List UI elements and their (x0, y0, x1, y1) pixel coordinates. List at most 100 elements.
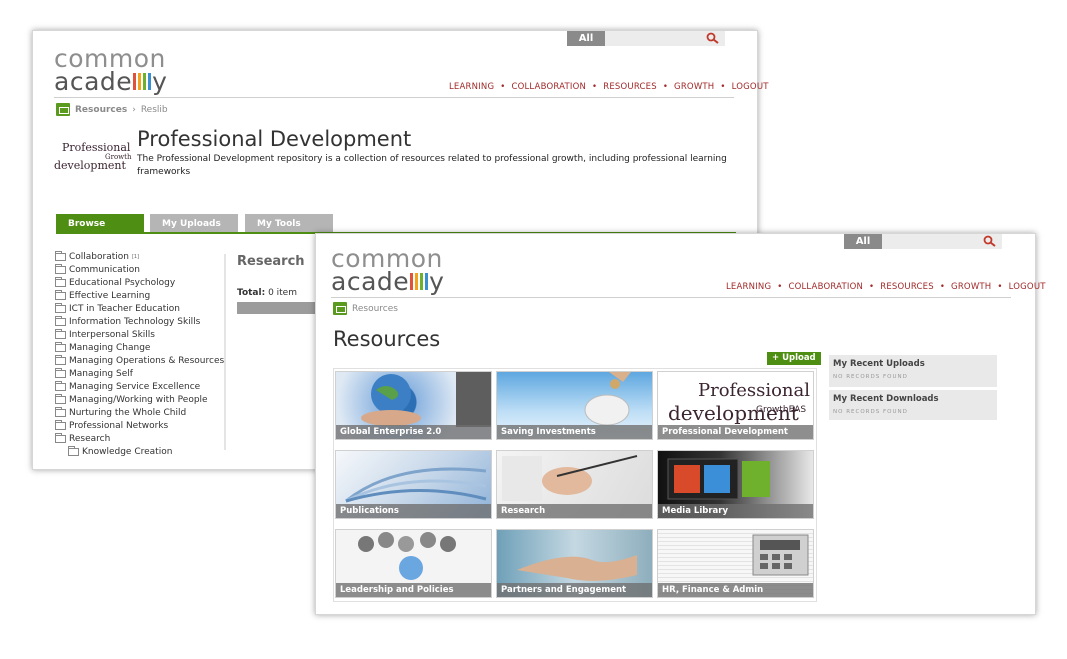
tile-caption: Publications (336, 504, 491, 518)
tree-item-managing-operations[interactable]: Managing Operations & Resources (55, 354, 224, 367)
tile-partners-engagement[interactable]: Partners and Engagement (496, 529, 653, 598)
panel-divider (224, 254, 226, 450)
nav-collaboration[interactable]: COLLABORATION (511, 82, 586, 92)
tree-item-managing-self[interactable]: Managing Self (55, 367, 224, 380)
search-scope[interactable]: All (844, 234, 882, 249)
handshake-image (517, 555, 637, 581)
logo-bars (133, 72, 152, 90)
nav-logout[interactable]: LOGOUT (732, 82, 769, 92)
total-count: Total: 0 item (237, 288, 297, 298)
tab-browse[interactable]: Browse (56, 214, 144, 233)
tree-item-interpersonal[interactable]: Interpersonal Skills (55, 328, 224, 341)
search-bar[interactable]: All (844, 234, 1002, 249)
wordcloud-image: ProfessionaldevelopmentGrowthEAS (668, 380, 810, 425)
tree-item-it-skills[interactable]: Information Technology Skills (55, 315, 224, 328)
tree-item-ict[interactable]: ICT in Teacher Education (55, 302, 224, 315)
logo-text-b: y (152, 66, 168, 96)
folder-icon (55, 315, 66, 326)
folder-icon (56, 103, 70, 116)
tile-caption: Saving Investments (497, 425, 652, 439)
spheres-image (358, 532, 456, 580)
search-input[interactable] (605, 31, 725, 46)
folder-icon (55, 276, 66, 287)
breadcrumb: Resources › Reslib (56, 103, 168, 116)
film-strip-image (667, 458, 770, 500)
piggy-bank-image (584, 372, 631, 426)
tile-caption: Partners and Engagement (497, 583, 652, 597)
folder-icon (55, 302, 66, 313)
tree-item-communication[interactable]: Communication (55, 263, 224, 276)
tab-my-tools[interactable]: My Tools (245, 214, 333, 233)
professional-development-thumbnail: Professional development Growth (54, 139, 132, 183)
tile-caption: Leadership and Policies (336, 583, 491, 597)
tree-item-knowledge-creation[interactable]: Knowledge Creation (55, 445, 224, 458)
search-bar[interactable]: All (567, 31, 725, 46)
search-icon[interactable] (983, 235, 996, 248)
nav-resources[interactable]: RESOURCES (603, 82, 657, 92)
nav-logout[interactable]: LOGOUT (1009, 282, 1046, 292)
common-academy-logo[interactable]: common acade y (331, 246, 445, 296)
folder-icon (55, 263, 66, 274)
folder-icon (68, 445, 79, 456)
globe-hands-image (361, 372, 491, 427)
svg-text:Professional: Professional (698, 380, 810, 401)
breadcrumb-separator: › (132, 104, 136, 115)
search-scope[interactable]: All (567, 31, 605, 46)
common-academy-logo[interactable]: common acade y (54, 46, 168, 96)
tree-item-nurturing[interactable]: Nurturing the Whole Child (55, 406, 224, 419)
tree-item-effective-learning[interactable]: Effective Learning (55, 289, 224, 302)
tile-research[interactable]: Research (496, 450, 653, 519)
page-title: Professional Development (137, 127, 412, 151)
tile-leadership-policies[interactable]: Leadership and Policies (335, 529, 492, 598)
tile-media-library[interactable]: Media Library (657, 450, 814, 519)
total-value: 0 item (268, 288, 297, 298)
tree-item-working-with-people[interactable]: Managing/Working with People (55, 393, 224, 406)
nav-growth[interactable]: GROWTH (674, 82, 714, 92)
page-title: Resources (333, 327, 441, 351)
folder-icon (55, 341, 66, 352)
tree-item-managing-change[interactable]: Managing Change (55, 341, 224, 354)
tab-my-uploads[interactable]: My Uploads (150, 214, 238, 233)
nav-collaboration[interactable]: COLLABORATION (788, 282, 863, 292)
logo-text-b: y (429, 266, 445, 296)
breadcrumb-root[interactable]: Resources (352, 304, 398, 314)
tile-caption: Research (497, 504, 652, 518)
svg-text:GrowthEAS: GrowthEAS (756, 405, 806, 415)
tile-global-enterprise[interactable]: Global Enterprise 2.0 (335, 371, 492, 440)
header-divider (331, 297, 1011, 298)
nav-learning[interactable]: LEARNING (726, 282, 771, 292)
tile-hr-finance-admin[interactable]: HR, Finance & Admin (657, 529, 814, 598)
tile-professional-development[interactable]: Professional development GrowthEAS Profess… (657, 371, 814, 440)
tree-item-educational-psychology[interactable]: Educational Psychology (55, 276, 224, 289)
breadcrumb-current: Reslib (140, 104, 168, 115)
calculator-documents-image (752, 534, 809, 576)
search-icon[interactable] (706, 32, 719, 45)
recent-downloads-panel: My Recent Downloads No records found (829, 390, 997, 420)
breadcrumb: Resources (333, 302, 398, 315)
search-input[interactable] (882, 234, 1002, 249)
folder-icon (333, 302, 347, 315)
recent-uploads-panel: My Recent Uploads No records found (829, 355, 997, 387)
tile-saving-investments[interactable]: Saving Investments (496, 371, 653, 440)
folder-icon (55, 367, 66, 378)
breadcrumb-root[interactable]: Resources (75, 105, 127, 115)
tile-publications[interactable]: Publications (335, 450, 492, 519)
upload-button[interactable]: + Upload (767, 352, 821, 365)
logo-text-a: acade (54, 66, 133, 96)
recent-uploads-title[interactable]: My Recent Uploads (833, 359, 993, 369)
main-nav: LEARNING • COLLABORATION • RESOURCES • GROW… (449, 82, 769, 92)
recent-downloads-empty: No records found (833, 409, 908, 415)
tree-item-collaboration[interactable]: Collaboration [1] (55, 250, 224, 263)
tree-item-research[interactable]: Research (55, 432, 224, 445)
nav-growth[interactable]: GROWTH (951, 282, 991, 292)
nav-resources[interactable]: RESOURCES (880, 282, 934, 292)
category-tree: Collaboration [1] Communication Education… (55, 250, 224, 458)
tree-item-service-excellence[interactable]: Managing Service Excellence (55, 380, 224, 393)
recent-downloads-title[interactable]: My Recent Downloads (833, 394, 993, 404)
tree-item-professional-networks[interactable]: Professional Networks (55, 419, 224, 432)
book-pages-image (345, 467, 487, 503)
nav-learning[interactable]: LEARNING (449, 82, 494, 92)
research-heading: Research (237, 254, 305, 269)
resources-window: All common acade y LEARNING • COLLABORATI… (315, 233, 1045, 615)
logo-line2: acade y (331, 266, 445, 296)
